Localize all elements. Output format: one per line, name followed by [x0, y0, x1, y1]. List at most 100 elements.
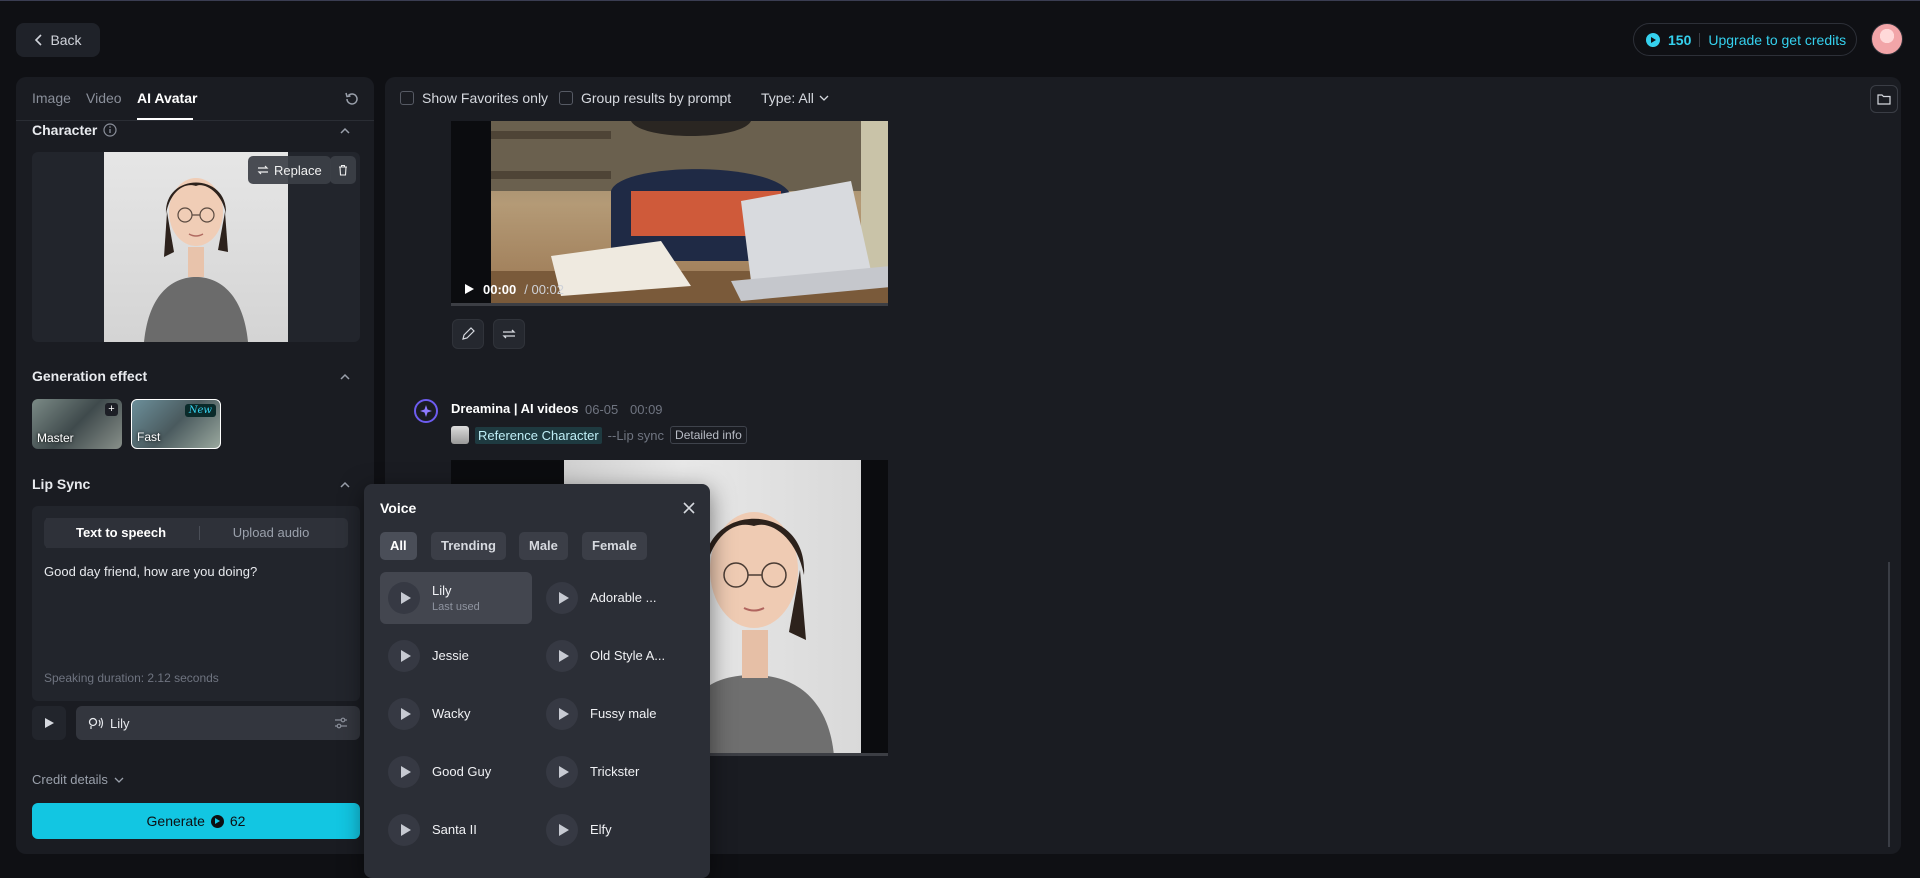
voice-name: Trickster: [590, 764, 640, 779]
video-result-1[interactable]: 00:00 / 00:02: [451, 121, 888, 306]
effect-option-fast[interactable]: New Fast: [131, 399, 221, 449]
group-by-prompt-toggle[interactable]: Group results by prompt: [559, 90, 731, 106]
effect-label: Master: [37, 431, 74, 445]
play-icon[interactable]: [388, 814, 420, 846]
play-icon[interactable]: [546, 756, 578, 788]
back-button[interactable]: Back: [16, 23, 100, 57]
mode-tabs: Image Video AI Avatar: [16, 77, 374, 121]
play-icon[interactable]: [388, 698, 420, 730]
voice-item-jessie[interactable]: Jessie: [380, 630, 532, 682]
checkbox[interactable]: [400, 91, 414, 105]
voice-item-good-guy[interactable]: Good Guy: [380, 746, 532, 798]
chevron-left-icon: [35, 34, 43, 46]
video-duration: / 00:02: [524, 281, 565, 297]
last-used-label: Last used: [432, 601, 480, 613]
upgrade-link[interactable]: Upgrade to get credits: [1708, 32, 1846, 48]
delete-button[interactable]: [330, 156, 356, 184]
chevron-down-icon: [819, 95, 829, 101]
play-icon[interactable]: [463, 283, 475, 295]
voice-name: Lily: [432, 583, 452, 598]
play-icon[interactable]: [388, 756, 420, 788]
voice-item-adorable[interactable]: Adorable ...: [538, 572, 690, 624]
type-filter-dropdown[interactable]: Type: All: [761, 90, 829, 106]
close-icon[interactable]: [680, 499, 698, 517]
tab-image[interactable]: Image: [32, 90, 71, 106]
character-title: Character: [32, 122, 98, 138]
generate-cost: 62: [229, 813, 246, 829]
new-badge: New: [184, 404, 216, 417]
filter-trending[interactable]: Trending: [431, 532, 506, 560]
entry-date: 06-05: [585, 402, 619, 417]
text-to-speech-tab[interactable]: Text to speech: [46, 518, 196, 548]
generate-button[interactable]: Generate 62: [32, 803, 360, 839]
voice-name: Elfy: [590, 822, 612, 837]
effect-option-master[interactable]: + Master: [32, 399, 122, 449]
video-controls: 00:00 / 00:02: [451, 272, 888, 306]
folder-button[interactable]: [1870, 85, 1898, 113]
plus-badge: +: [105, 403, 118, 416]
play-icon[interactable]: [546, 814, 578, 846]
entry-title: Dreamina | AI videos: [451, 401, 579, 416]
chevron-up-icon[interactable]: [338, 370, 352, 384]
filter-male[interactable]: Male: [519, 532, 568, 560]
play-icon[interactable]: [388, 582, 420, 614]
edit-button[interactable]: [452, 319, 484, 349]
regenerate-button[interactable]: [493, 319, 525, 349]
settings-sliders-icon[interactable]: [334, 716, 348, 730]
tab-video[interactable]: Video: [86, 90, 122, 106]
voice-icon: [88, 717, 104, 729]
play-icon[interactable]: [388, 640, 420, 672]
group-results-label: Group results by prompt: [581, 90, 732, 106]
voice-item-elfy[interactable]: Elfy: [538, 804, 690, 856]
back-label: Back: [50, 32, 82, 48]
credits-pill[interactable]: 150 Upgrade to get credits: [1633, 23, 1857, 56]
voice-selector[interactable]: Lily: [76, 706, 360, 740]
pencil-icon: [462, 327, 475, 340]
checkbox[interactable]: [559, 91, 573, 105]
chevron-up-icon[interactable]: [338, 478, 352, 492]
generate-label: Generate: [146, 813, 205, 829]
voice-picker-popup: Voice All Trending Male Female Lily Last…: [364, 484, 710, 878]
chevron-up-icon[interactable]: [338, 124, 352, 138]
current-time: 00:00: [483, 281, 517, 297]
show-favorites-toggle[interactable]: Show Favorites only: [400, 90, 548, 106]
replace-label: Replace: [274, 162, 322, 178]
voice-item-lily[interactable]: Lily Last used: [380, 572, 532, 624]
voice-name: Old Style A...: [590, 648, 666, 663]
filter-all[interactable]: All: [380, 532, 417, 560]
voice-item-old-style[interactable]: Old Style A...: [538, 630, 690, 682]
voice-item-trickster[interactable]: Trickster: [538, 746, 690, 798]
scrollbar[interactable]: [1888, 562, 1890, 847]
play-icon: [45, 718, 54, 728]
speech-text-input[interactable]: Good day friend, how are you doing?: [44, 564, 344, 579]
voice-item-fussy-male[interactable]: Fussy male: [538, 688, 690, 740]
top-border: [0, 0, 1920, 1]
credit-details-toggle[interactable]: Credit details: [32, 772, 124, 787]
upload-audio-tab[interactable]: Upload audio: [196, 518, 346, 548]
tab-ai-avatar[interactable]: AI Avatar: [137, 90, 197, 106]
effect-label: Fast: [137, 430, 161, 444]
voice-item-santa[interactable]: Santa II: [380, 804, 532, 856]
info-icon[interactable]: [103, 123, 117, 137]
play-icon[interactable]: [546, 582, 578, 614]
credit-coin-icon: [1646, 32, 1660, 47]
detailed-info-button[interactable]: Detailed info: [670, 426, 747, 444]
voice-item-wacky[interactable]: Wacky: [380, 688, 532, 740]
play-icon[interactable]: [546, 698, 578, 730]
user-avatar[interactable]: [1871, 23, 1903, 55]
replace-button[interactable]: Replace: [248, 156, 331, 184]
reference-character-link[interactable]: Reference Character: [475, 426, 602, 444]
trash-icon: [339, 164, 347, 176]
voice-popup-title: Voice: [380, 500, 417, 516]
filter-female[interactable]: Female: [582, 532, 647, 560]
entry-time: 00:09: [630, 402, 663, 417]
credit-coin-icon: [210, 814, 224, 828]
video-progress[interactable]: [451, 303, 888, 306]
voice-name: Jessie: [432, 648, 469, 663]
preview-play-button[interactable]: [32, 706, 66, 740]
swap-icon: [257, 165, 269, 175]
voice-name: Wacky: [432, 706, 471, 721]
play-icon[interactable]: [546, 640, 578, 672]
reset-icon[interactable]: [343, 90, 361, 108]
voice-name: Santa II: [432, 822, 477, 837]
